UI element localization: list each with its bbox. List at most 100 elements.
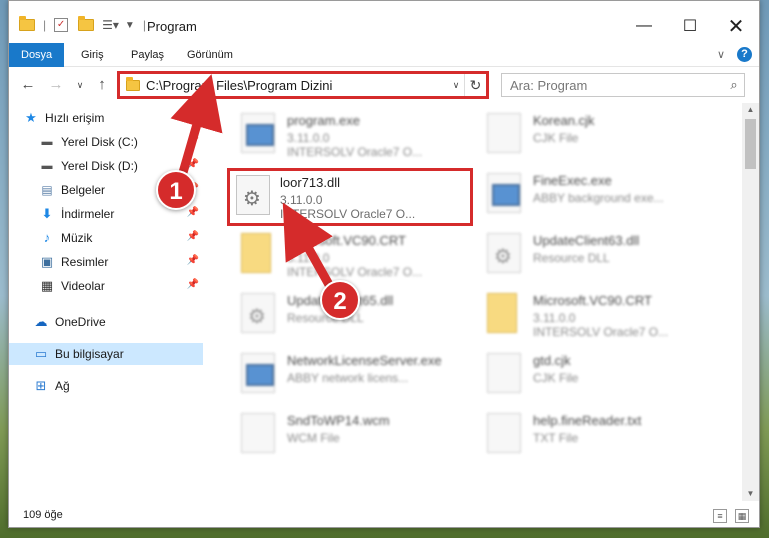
file-name: Microsoft.VC90.CRT [287, 233, 406, 248]
pictures-icon: ▣ [40, 254, 54, 269]
search-icon[interactable]: ⌕ [724, 77, 744, 93]
dll-file-icon [236, 175, 270, 215]
folder-icon [126, 76, 140, 91]
sidebar-item-label: Yerel Disk (C:) [61, 135, 138, 149]
file-description: INTERSOLV Oracle7 O... [533, 325, 669, 339]
sidebar-item-network[interactable]: ⊞ Ağ [33, 375, 203, 397]
tab-paylas[interactable]: Paylaş [119, 43, 176, 67]
file-name: loor713.dll [280, 175, 340, 190]
drive-icon: ▬ [41, 160, 53, 172]
minimize-button[interactable]: — [621, 11, 667, 41]
pin-icon[interactable]: 📌 [187, 159, 199, 170]
ribbon-expand-icon[interactable]: ∨ [717, 48, 725, 61]
tab-giris[interactable]: Giriş [69, 43, 116, 67]
list-item[interactable]: Microsoft.VC90.CRT 3.11.0.0 INTERSOLV Or… [479, 287, 719, 343]
vertical-scrollbar[interactable]: ▲ ▼ [742, 103, 759, 501]
computer-icon: ▭ [34, 346, 48, 361]
highlighted-dll-file[interactable]: loor713.dll 3.11.0.0 INTERSOLV Oracle7 O… [227, 168, 473, 226]
sidebar-item-label: Hızlı erişim [45, 111, 105, 125]
new-folder-icon[interactable] [78, 16, 95, 31]
pin-icon[interactable]: 📌 [187, 255, 199, 266]
tab-dosya[interactable]: Dosya [9, 43, 65, 67]
sidebar-item-quick-access[interactable]: ★ Hızlı erişim [23, 107, 217, 129]
pin-icon[interactable]: 📌 [187, 231, 199, 242]
file-name: Microsoft.VC90.CRT [533, 293, 652, 308]
step-badge-1: 1 [156, 170, 196, 210]
list-item[interactable]: SndToWP14.wcm WCM File [233, 407, 473, 463]
file-name: SndToWP14.wcm [287, 413, 390, 428]
maximize-button[interactable]: ☐ [667, 11, 713, 41]
exe-file-icon [241, 113, 275, 153]
file-description: ABBY network licens... [287, 371, 409, 385]
back-button[interactable]: ← [17, 74, 39, 96]
details-view-button[interactable]: ≡ [713, 509, 727, 523]
file-name: Korean.cjk [533, 113, 595, 128]
recent-locations-button[interactable]: ∨ [69, 74, 91, 96]
search-placeholder[interactable]: Ara: Program [502, 78, 724, 93]
list-item[interactable]: UpdateClient63.dll Resource DLL [479, 227, 719, 283]
help-icon[interactable]: ? [737, 47, 752, 62]
list-item[interactable]: gtd.cjk CJK File [479, 347, 719, 403]
file-version: 3.11.0.0 [533, 311, 576, 325]
list-item[interactable]: Microsoft.VC90.CRT 3.11.0.0 INTERSOLV Or… [233, 227, 473, 283]
video-icon: ▦ [40, 278, 54, 293]
network-icon: ⊞ [35, 378, 47, 393]
refresh-button[interactable]: ↻ [464, 74, 486, 96]
sidebar-item-music[interactable]: ♪ Müzik 📌 [39, 227, 203, 249]
window-title: Program [147, 19, 197, 34]
pin-icon[interactable]: 📌 [187, 207, 199, 218]
scroll-down-button[interactable]: ▼ [742, 487, 759, 501]
list-item[interactable]: NetworkLicenseServer.exe ABBY network li… [233, 347, 473, 403]
cloud-icon: ☁ [34, 314, 48, 329]
search-box[interactable]: Ara: Program ⌕ [501, 73, 745, 97]
toolbar-customize-icon[interactable]: ☰▾ [102, 18, 119, 32]
sidebar-item-label: Yerel Disk (D:) [61, 159, 138, 173]
properties-icon[interactable]: ✓ [54, 18, 69, 32]
file-list: program.exe 3.11.0.0 INTERSOLV Oracle7 O… [221, 103, 745, 499]
list-item[interactable]: Korean.cjk CJK File [479, 107, 719, 163]
file-icon [487, 413, 521, 453]
address-path[interactable]: C:\Program Files\Program Dizini [146, 78, 448, 93]
pin-icon[interactable]: 📌 [187, 279, 199, 290]
file-icon [487, 353, 521, 393]
sidebar-item-videos[interactable]: ▦ Videolar 📌 [39, 275, 203, 297]
file-description: INTERSOLV Oracle7 O... [287, 265, 423, 279]
large-icons-view-button[interactable]: ▦ [735, 509, 749, 523]
sidebar-item-label: OneDrive [55, 315, 106, 329]
tab-gorunum[interactable]: Görünüm [175, 43, 245, 67]
pin-icon[interactable]: 📌 [187, 135, 199, 146]
file-name: UpdateClient63.dll [533, 233, 640, 248]
close-button[interactable]: ✕ [713, 11, 759, 41]
scrollbar-thumb[interactable] [745, 119, 756, 169]
explorer-window: | ✓ ☰▾ ▼ | Program — ☐ ✕ Dosya Giriş Pay… [8, 0, 760, 528]
address-bar[interactable]: C:\Program Files\Program Dizini ∨ ↻ [117, 71, 489, 99]
item-count: 109 öğe [23, 509, 63, 521]
file-type: WCM File [287, 431, 340, 445]
forward-button[interactable]: → [45, 74, 67, 96]
title-bar: | ✓ ☰▾ ▼ | Program — ☐ ✕ [9, 1, 759, 41]
chevron-down-icon[interactable]: ∨ [448, 80, 464, 91]
list-item[interactable]: help.fineReader.txt TXT File [479, 407, 719, 463]
scroll-up-button[interactable]: ▲ [742, 103, 759, 117]
step-badge-2: 2 [320, 280, 360, 320]
sidebar-item-label: Müzik [61, 231, 93, 245]
dll-file-icon [487, 233, 521, 273]
folder-icon[interactable] [19, 16, 35, 31]
file-icon [241, 413, 275, 453]
list-item[interactable]: program.exe 3.11.0.0 INTERSOLV Oracle7 O… [233, 107, 473, 163]
sidebar-item-label: Videolar [61, 279, 105, 293]
list-item[interactable]: FineExec.exe ABBY background exe... [479, 167, 719, 223]
sidebar-item-pictures[interactable]: ▣ Resimler 📌 [39, 251, 203, 273]
up-button[interactable]: ↑ [91, 74, 113, 96]
file-name: NetworkLicenseServer.exe [287, 353, 442, 368]
sidebar-item-onedrive[interactable]: ☁ OneDrive [33, 311, 203, 333]
chevron-down-icon[interactable]: ▼ [125, 20, 135, 31]
status-bar: 109 öğe ≡ ▦ [9, 505, 759, 527]
sidebar-item-label: Bu bilgisayar [55, 347, 124, 361]
navigation-pane: ★ Hızlı erişim ▬ Yerel Disk (C:) 📌 ▬ Yer… [9, 103, 209, 499]
file-version: 3.11.0.0 [287, 251, 330, 265]
file-name: gtd.cjk [533, 353, 571, 368]
file-version: 3.11.0.0 [280, 193, 323, 207]
sidebar-item-drive-c[interactable]: ▬ Yerel Disk (C:) 📌 [39, 131, 203, 153]
sidebar-item-this-pc[interactable]: ▭ Bu bilgisayar [9, 343, 203, 365]
